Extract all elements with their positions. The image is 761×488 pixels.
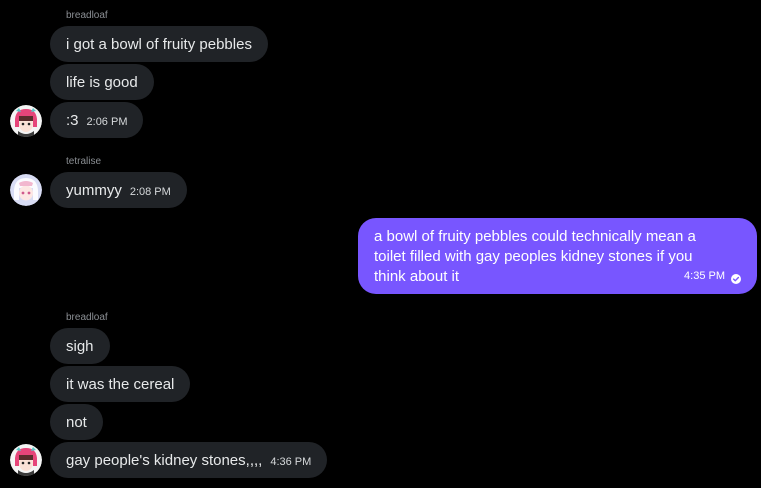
message-timestamp: 4:36 PM xyxy=(270,455,312,468)
sender-name: breadloaf xyxy=(66,10,108,21)
message-bubble[interactable]: life is good xyxy=(50,64,154,100)
sender-name: tetralise xyxy=(66,156,102,167)
message-text: not xyxy=(66,413,87,431)
avatar-breadloaf[interactable] xyxy=(10,444,42,476)
message-text: :3 xyxy=(66,111,79,129)
message-text: gay people's kidney stones,,,, xyxy=(66,451,263,469)
message-bubble[interactable]: sigh xyxy=(50,328,110,364)
avatar-breadloaf[interactable] xyxy=(10,105,42,137)
white-pink-character-avatar xyxy=(10,174,42,206)
message-text: it was the cereal xyxy=(66,375,175,393)
message-timestamp: 2:08 PM xyxy=(129,185,171,198)
message-meta: 4:35 PM xyxy=(684,266,741,286)
message-text-line: a bowl of fruity pebbles could technical… xyxy=(374,228,696,245)
outgoing-message-bubble[interactable]: a bowl of fruity pebbles could technical… xyxy=(358,218,757,294)
pink-hair-character-avatar xyxy=(10,444,42,476)
message-text-line: toilet filled with gay peoples kidney st… xyxy=(374,248,693,265)
message-bubble[interactable]: not xyxy=(50,404,103,440)
avatar-tetralise[interactable] xyxy=(10,174,42,206)
message-text: i got a bowl of fruity pebbles xyxy=(66,35,252,53)
message-timestamp: 4:35 PM xyxy=(684,270,725,282)
read-check-icon xyxy=(731,271,741,284)
message-timestamp: 2:06 PM xyxy=(86,115,128,128)
message-text: sigh xyxy=(66,337,94,355)
message-bubble[interactable]: yummyy 2:08 PM xyxy=(50,172,187,208)
pink-hair-character-avatar xyxy=(10,105,42,137)
message-bubble[interactable]: i got a bowl of fruity pebbles xyxy=(50,26,268,62)
message-text: life is good xyxy=(66,73,138,91)
message-text: yummyy xyxy=(66,181,122,199)
message-bubble[interactable]: it was the cereal xyxy=(50,366,191,402)
message-bubble[interactable]: gay people's kidney stones,,,, 4:36 PM xyxy=(50,442,328,478)
message-bubble[interactable]: :3 2:06 PM xyxy=(50,102,144,138)
sender-name: breadloaf xyxy=(66,312,108,323)
